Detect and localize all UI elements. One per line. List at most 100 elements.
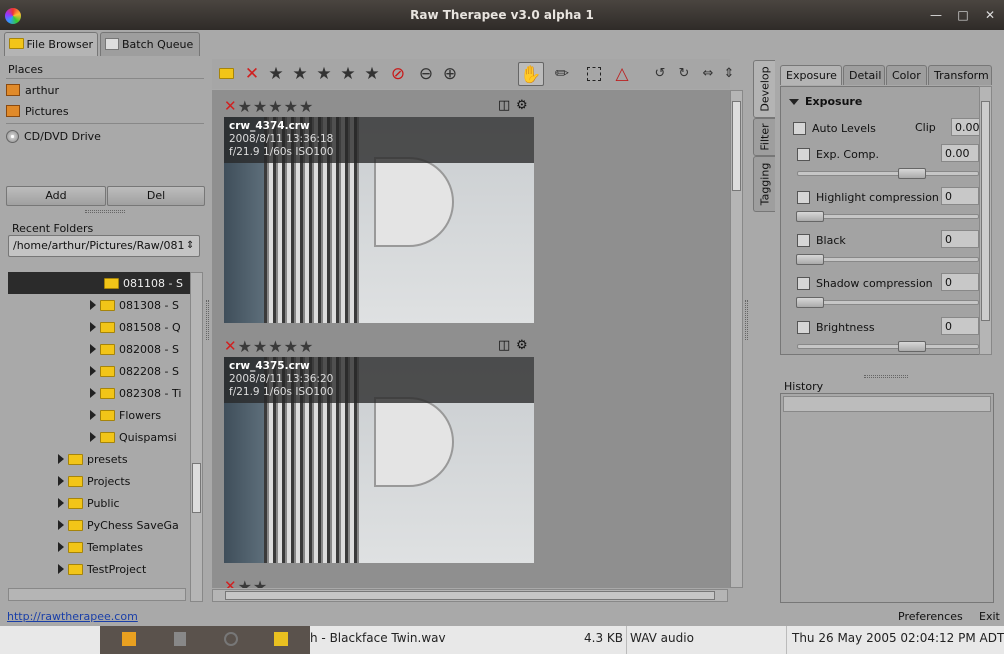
- rotate-left-icon[interactable]: ↺: [650, 64, 670, 84]
- browser-hscrollbar[interactable]: [212, 589, 728, 602]
- tab-batch-queue[interactable]: Batch Queue: [100, 32, 200, 56]
- shadow-slider[interactable]: [796, 297, 979, 308]
- expander-icon[interactable]: [58, 520, 64, 530]
- tree-row[interactable]: 082008 - S: [90, 338, 190, 360]
- expander-icon[interactable]: [90, 322, 96, 332]
- history-list[interactable]: [780, 393, 994, 603]
- brightness-value-field[interactable]: 0: [941, 317, 979, 335]
- tree-row[interactable]: 081508 - Q: [90, 316, 190, 338]
- expander-icon[interactable]: [58, 498, 64, 508]
- scrollbar-thumb[interactable]: [981, 101, 990, 321]
- shadow-value-field[interactable]: 0: [941, 273, 979, 291]
- zoom-out-icon[interactable]: ⊖: [416, 64, 436, 84]
- crop-icon[interactable]: [584, 64, 604, 84]
- expander-icon[interactable]: [90, 432, 96, 442]
- pane-grip[interactable]: [85, 210, 125, 213]
- tab-color[interactable]: Color: [886, 65, 927, 85]
- black-value-field[interactable]: 0: [941, 230, 979, 248]
- exposure-header[interactable]: Exposure: [789, 95, 862, 108]
- expander-icon[interactable]: [58, 542, 64, 552]
- expander-icon[interactable]: [90, 300, 96, 310]
- star-filter-3-icon[interactable]: ★: [314, 64, 334, 84]
- thumbnail-item[interactable]: ✕ ★ ★ ★ ★ ★ ◫ ⚙ crw_4374.crw 2008/8/11 1…: [224, 97, 534, 323]
- star-icon[interactable]: ★: [238, 337, 252, 356]
- scrollbar-thumb[interactable]: [732, 101, 741, 191]
- star-icon[interactable]: ★: [284, 337, 298, 356]
- add-place-button[interactable]: Add: [6, 186, 106, 206]
- document-icon[interactable]: [174, 632, 186, 646]
- blocked-icon[interactable]: [224, 632, 238, 646]
- straighten-icon[interactable]: △: [612, 64, 632, 84]
- slider-knob[interactable]: [796, 297, 824, 308]
- star-icon[interactable]: ★: [299, 97, 313, 116]
- process-gear-icon[interactable]: ⚙: [516, 338, 528, 353]
- preferences-button[interactable]: Preferences: [898, 610, 963, 623]
- thumbnail-image[interactable]: crw_4375.crw 2008/8/11 13:36:20 f/21.9 1…: [224, 357, 534, 563]
- tree-row[interactable]: Public: [58, 492, 190, 514]
- star-icon[interactable]: ★: [268, 97, 282, 116]
- star-icon[interactable]: ★: [268, 337, 282, 356]
- star-icon[interactable]: ★: [238, 577, 252, 589]
- close-icon[interactable]: ✕: [982, 8, 998, 22]
- black-slider[interactable]: [796, 254, 979, 265]
- scrollbar-thumb[interactable]: [192, 463, 201, 513]
- slider-knob[interactable]: [796, 254, 824, 265]
- expander-icon[interactable]: [90, 344, 96, 354]
- star-icon[interactable]: ★: [253, 97, 267, 116]
- brightness-slider[interactable]: [797, 341, 979, 352]
- download-icon[interactable]: [122, 632, 136, 646]
- star-icon[interactable]: ★: [238, 97, 252, 116]
- pane-grip[interactable]: [206, 300, 209, 340]
- process-gear-icon[interactable]: ⚙: [516, 98, 528, 113]
- tree-row[interactable]: TestProject: [58, 558, 190, 580]
- star-filter-5-icon[interactable]: ★: [362, 64, 382, 84]
- tree-row[interactable]: 081308 - S: [90, 294, 190, 316]
- expander-icon[interactable]: [58, 454, 64, 464]
- tree-hscrollbar[interactable]: [8, 588, 186, 601]
- tree-row[interactable]: Templates: [58, 536, 190, 558]
- slider-knob[interactable]: [898, 168, 926, 179]
- website-link[interactable]: http://rawtherapee.com: [7, 610, 138, 623]
- exp-comp-slider[interactable]: [797, 168, 979, 179]
- tab-develop[interactable]: Develop: [753, 60, 775, 118]
- filter-rejected-icon[interactable]: ✕: [242, 64, 262, 84]
- tree-row[interactable]: Projects: [58, 470, 190, 492]
- recent-folders-combo[interactable]: /home/arthur/Pictures/Raw/081: [8, 235, 200, 257]
- pane-grip[interactable]: [864, 375, 908, 378]
- browser-vscrollbar[interactable]: [730, 90, 743, 588]
- expander-icon[interactable]: [58, 476, 64, 486]
- open-folder-icon[interactable]: [216, 64, 236, 84]
- shadow-checkbox[interactable]: [797, 276, 810, 290]
- trash-icon[interactable]: ◫: [498, 98, 510, 113]
- tree-scrollbar[interactable]: [190, 272, 203, 602]
- tree-row[interactable]: Flowers: [90, 404, 190, 426]
- tree-row[interactable]: PyChess SaveGa: [58, 514, 190, 536]
- reject-icon[interactable]: ✕: [224, 97, 237, 115]
- rotate-right-icon[interactable]: ↻: [674, 64, 694, 84]
- exp-comp-checkbox[interactable]: [797, 147, 810, 161]
- exp-comp-value-field[interactable]: 0.00: [941, 144, 979, 162]
- tab-transform[interactable]: Transform: [928, 65, 992, 85]
- star-icon[interactable]: ★: [284, 97, 298, 116]
- tab-file-browser[interactable]: File Browser: [4, 32, 98, 56]
- star-filter-4-icon[interactable]: ★: [338, 64, 358, 84]
- highlight-slider[interactable]: [796, 211, 979, 222]
- zoom-in-icon[interactable]: ⊕: [440, 64, 460, 84]
- exit-button[interactable]: Exit: [979, 610, 1000, 623]
- brightness-checkbox[interactable]: [797, 320, 810, 334]
- expander-icon[interactable]: [90, 366, 96, 376]
- pane-grip[interactable]: [745, 300, 748, 340]
- expander-icon[interactable]: [58, 564, 64, 574]
- tab-exposure[interactable]: Exposure: [780, 65, 842, 85]
- thumbnail-item-partial[interactable]: ✕ ★ ★: [224, 577, 534, 589]
- hand-tool-icon[interactable]: ✋: [518, 62, 544, 86]
- star-filter-2-icon[interactable]: ★: [290, 64, 310, 84]
- flip-horizontal-icon[interactable]: ⇔: [698, 64, 718, 84]
- expander-icon[interactable]: [90, 388, 96, 398]
- tab-tagging[interactable]: Tagging: [753, 156, 775, 212]
- auto-levels-checkbox[interactable]: [793, 121, 806, 135]
- minimize-icon[interactable]: —: [928, 8, 944, 22]
- place-item-home[interactable]: arthur: [6, 79, 204, 101]
- slider-knob[interactable]: [898, 341, 926, 352]
- reject-icon[interactable]: ✕: [224, 337, 237, 355]
